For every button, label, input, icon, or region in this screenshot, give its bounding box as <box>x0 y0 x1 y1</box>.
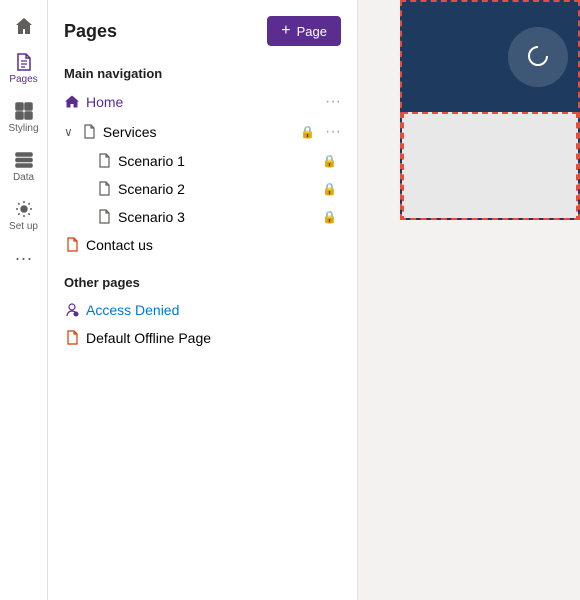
add-page-button[interactable]: + Page <box>267 16 341 46</box>
default-offline-page-name: Default Offline Page <box>86 330 341 346</box>
canvas-preview <box>400 0 580 220</box>
scenario2-page-icon <box>96 181 112 197</box>
add-page-label: Page <box>297 24 327 39</box>
canvas-preview-top <box>402 2 578 112</box>
nav-item-scenario3[interactable]: Scenario 3 🔒 <box>48 203 357 231</box>
scenario3-page-icon <box>96 209 112 225</box>
services-lock-icon: 🔒 <box>300 125 315 139</box>
nav-item-home[interactable]: Home ··· <box>48 87 357 117</box>
sidebar-item-styling[interactable]: Styling <box>2 93 46 138</box>
scenario1-page-name: Scenario 1 <box>118 153 316 169</box>
pages-header: Pages + Page <box>48 0 357 58</box>
pages-panel: Pages + Page Main navigation Home ··· ∨ … <box>48 0 358 600</box>
canvas-preview-circle <box>508 27 568 87</box>
sidebar-item-data[interactable]: Data <box>2 142 46 187</box>
add-page-plus-icon: + <box>281 22 290 40</box>
sidebar-pages-label: Pages <box>9 74 37 85</box>
main-nav-label: Main navigation <box>48 58 357 87</box>
sidebar-setup-label: Set up <box>9 221 38 232</box>
sidebar-item-setup[interactable]: Set up <box>2 191 46 236</box>
home-page-icon <box>64 94 80 110</box>
canvas-preview-icon <box>523 42 553 72</box>
nav-item-default-offline[interactable]: Default Offline Page <box>48 324 357 352</box>
access-denied-page-name: Access Denied <box>86 302 341 318</box>
scenario3-page-name: Scenario 3 <box>118 209 316 225</box>
services-more-icon[interactable]: ··· <box>325 123 341 141</box>
services-page-icon <box>81 124 97 140</box>
scenario2-page-name: Scenario 2 <box>118 181 316 197</box>
sidebar-styling-label: Styling <box>8 123 38 134</box>
sidebar-item-more[interactable]: ··· <box>2 240 46 273</box>
nav-item-contactus[interactable]: Contact us <box>48 231 357 259</box>
home-more-icon[interactable]: ··· <box>325 93 341 111</box>
scenario2-lock-icon: 🔒 <box>322 182 337 196</box>
canvas-preview-bottom <box>402 112 578 220</box>
default-offline-page-icon <box>64 330 80 346</box>
home-page-name: Home <box>86 94 319 110</box>
pages-title: Pages <box>64 21 117 42</box>
nav-item-scenario2[interactable]: Scenario 2 🔒 <box>48 175 357 203</box>
scenario1-lock-icon: 🔒 <box>322 154 337 168</box>
nav-item-scenario1[interactable]: Scenario 1 🔒 <box>48 147 357 175</box>
more-dots-icon: ··· <box>15 248 33 269</box>
sidebar-data-label: Data <box>13 172 34 183</box>
services-page-name: Services <box>103 124 294 140</box>
canvas-area: Move to "Other pages" Move down <box>358 0 580 600</box>
sidebar-item-pages[interactable]: Pages <box>2 44 46 89</box>
contactus-page-icon <box>64 237 80 253</box>
nav-item-services[interactable]: ∨ Services 🔒 ··· <box>48 117 357 147</box>
contactus-page-name: Contact us <box>86 237 341 253</box>
nav-item-access-denied[interactable]: Access Denied <box>48 296 357 324</box>
scenario1-page-icon <box>96 153 112 169</box>
scenario3-lock-icon: 🔒 <box>322 210 337 224</box>
access-denied-page-icon <box>64 302 80 318</box>
services-expand-icon[interactable]: ∨ <box>64 125 73 139</box>
other-pages-label: Other pages <box>48 267 357 296</box>
sidebar-item-home[interactable] <box>2 8 46 40</box>
icon-sidebar: Pages Styling Data Set up ··· <box>0 0 48 600</box>
